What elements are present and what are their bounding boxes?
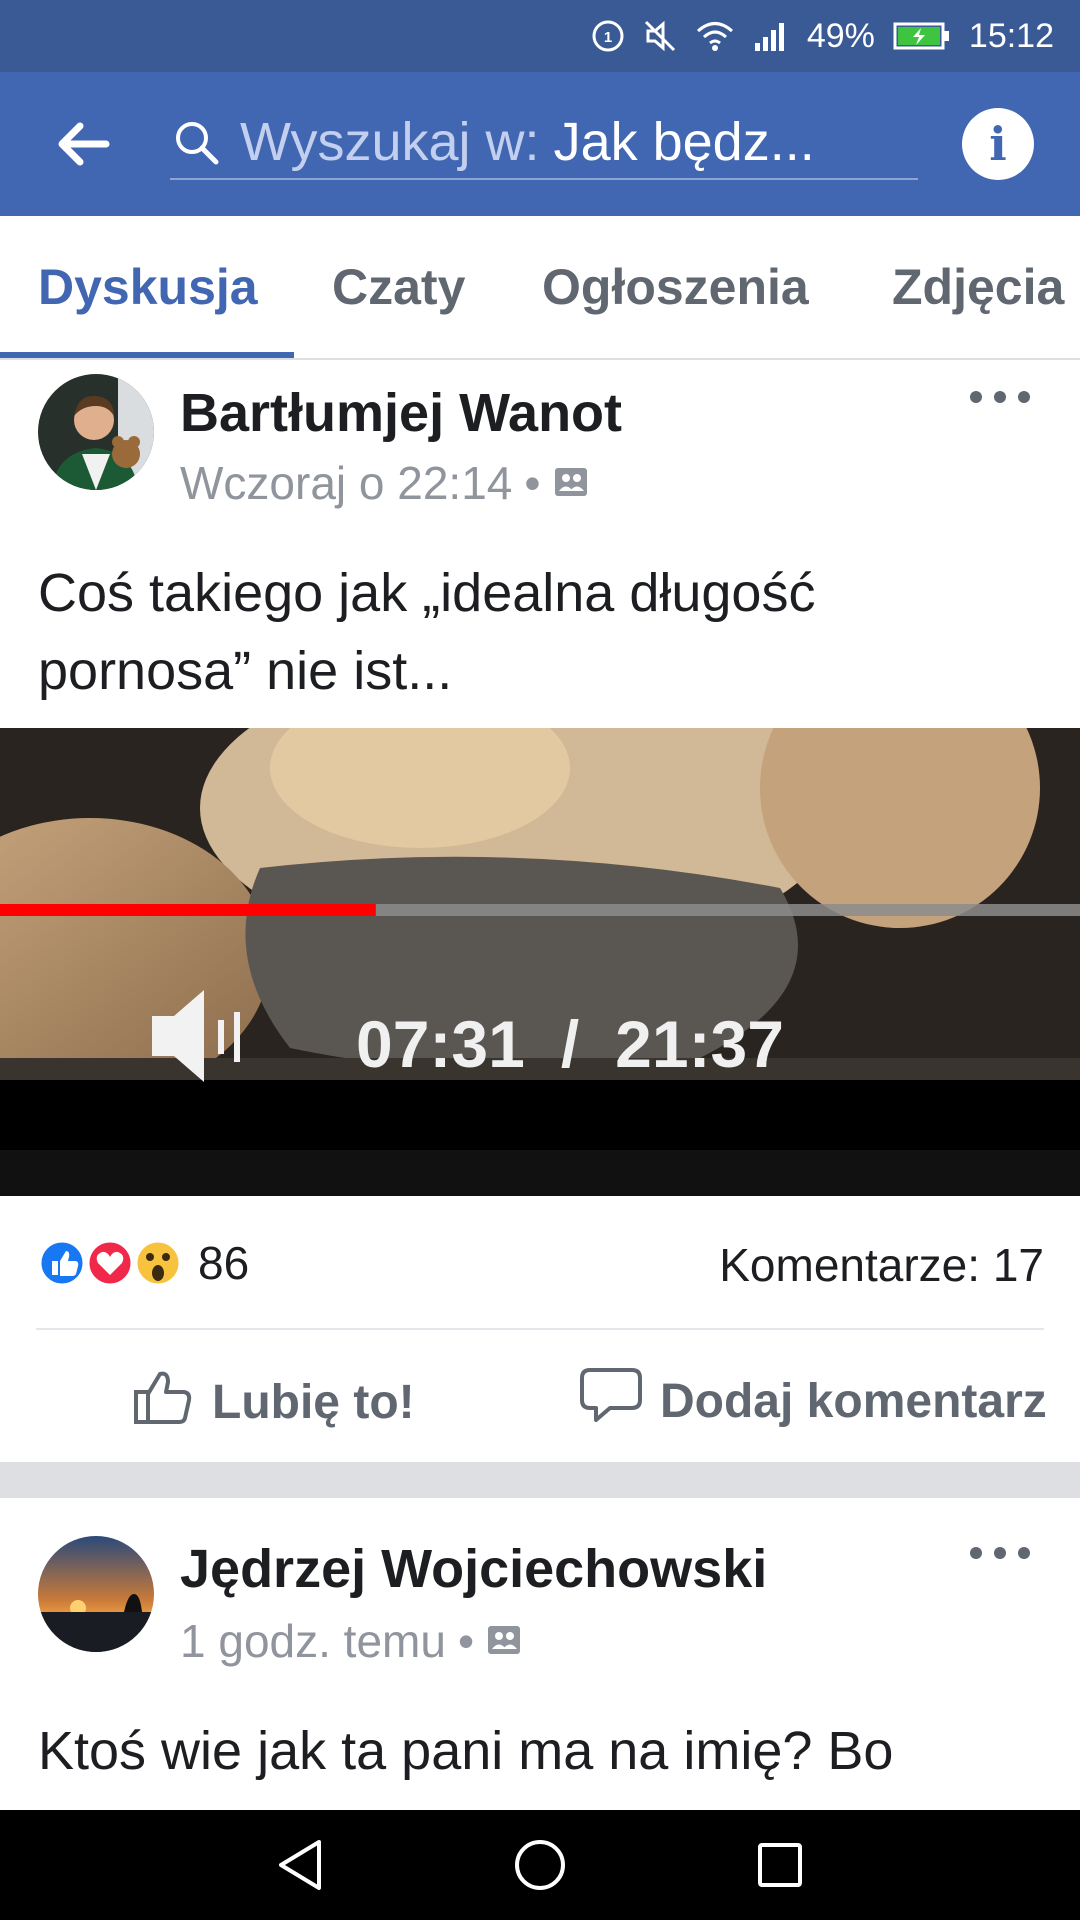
post-time[interactable]: Wczoraj o 22:14 — [180, 456, 512, 510]
tab-dyskusja[interactable]: Dyskusja — [38, 258, 258, 316]
battery-charging-icon — [893, 21, 951, 51]
post-time[interactable]: 1 godz. temu — [180, 1614, 446, 1668]
group-search-input[interactable]: Wyszukaj w: Jak będz... — [170, 106, 918, 180]
like-icon — [132, 1366, 194, 1438]
system-nav-bar — [0, 1810, 1080, 1920]
post-text: Ktoś wie jak ta pani ma na imię? Bo — [38, 1721, 894, 1781]
meta-separator: • — [524, 457, 541, 509]
back-arrow-icon[interactable] — [50, 111, 116, 177]
group-tabs: Dyskusja Czaty Ogłoszenia Zdjęcia — [0, 216, 1080, 360]
post-author[interactable]: Bartłumjej Wanot — [180, 382, 622, 444]
active-tab-indicator — [0, 352, 294, 358]
comment-button[interactable]: Dodaj komentarz — [580, 1366, 1047, 1436]
status-bar: 1 49% 15:12 — [0, 0, 1080, 72]
comments-count[interactable]: Komentarze: 17 — [719, 1238, 1044, 1292]
comment-label: Dodaj komentarz — [660, 1374, 1047, 1428]
comment-icon — [580, 1366, 642, 1436]
app-bar: Wyszukaj w: Jak będz... i — [0, 72, 1080, 216]
wow-reaction-icon — [134, 1239, 182, 1287]
group-audience-icon — [553, 456, 589, 510]
signal-icon — [753, 19, 789, 53]
battery-percent: 49% — [806, 16, 875, 55]
back-nav-icon[interactable] — [270, 1835, 330, 1895]
post-text: Coś takiego jak „idealna długość pornosa… — [38, 563, 816, 701]
video-current-time: 07:31 — [356, 1007, 525, 1081]
avatar[interactable] — [38, 1536, 154, 1652]
tab-czaty[interactable]: Czaty — [332, 258, 465, 316]
like-reaction-icon — [38, 1239, 86, 1287]
like-label: Lubię to! — [212, 1375, 415, 1429]
post-meta: Wczoraj o 22:14 • — [180, 456, 589, 510]
wifi-icon — [695, 19, 735, 53]
home-nav-icon[interactable] — [510, 1835, 570, 1895]
search-icon — [170, 116, 222, 168]
post-author[interactable]: Jędrzej Wojciechowski — [180, 1538, 767, 1600]
video-duration: 21:37 — [615, 1007, 784, 1081]
data-sync-icon: 1 — [591, 19, 625, 53]
video-time-separator: / — [560, 1007, 580, 1081]
tab-ogloszenia[interactable]: Ogłoszenia — [542, 258, 809, 316]
group-audience-icon — [486, 1614, 522, 1668]
search-scope: Jak będz... — [553, 112, 815, 172]
like-button[interactable]: Lubię to! — [132, 1366, 415, 1438]
svg-text:1: 1 — [604, 29, 612, 46]
love-reaction-icon — [86, 1239, 134, 1287]
divider — [36, 1328, 1044, 1330]
video-progress-fill — [0, 904, 376, 916]
meta-separator: • — [457, 1615, 475, 1667]
clock: 15:12 — [968, 16, 1054, 55]
post-video[interactable]: 07:31 / 21:37 — [0, 728, 1080, 1196]
reactions-summary[interactable]: 86 — [36, 1236, 249, 1290]
tab-zdjecia[interactable]: Zdjęcia — [892, 258, 1064, 316]
more-options-icon[interactable] — [970, 382, 1030, 412]
mute-icon — [643, 19, 677, 53]
more-options-icon[interactable] — [970, 1538, 1030, 1568]
search-placeholder: Wyszukaj w: — [240, 112, 540, 172]
avatar[interactable] — [38, 374, 154, 490]
post-meta: 1 godz. temu • — [180, 1614, 522, 1668]
reactions-count: 86 — [198, 1237, 250, 1289]
post-card: Jędrzej Wojciechowski 1 godz. temu • Kto… — [0, 1498, 1080, 1810]
info-icon[interactable]: i — [962, 108, 1034, 180]
feed-separator — [0, 1462, 1080, 1498]
recents-nav-icon[interactable] — [750, 1835, 810, 1895]
